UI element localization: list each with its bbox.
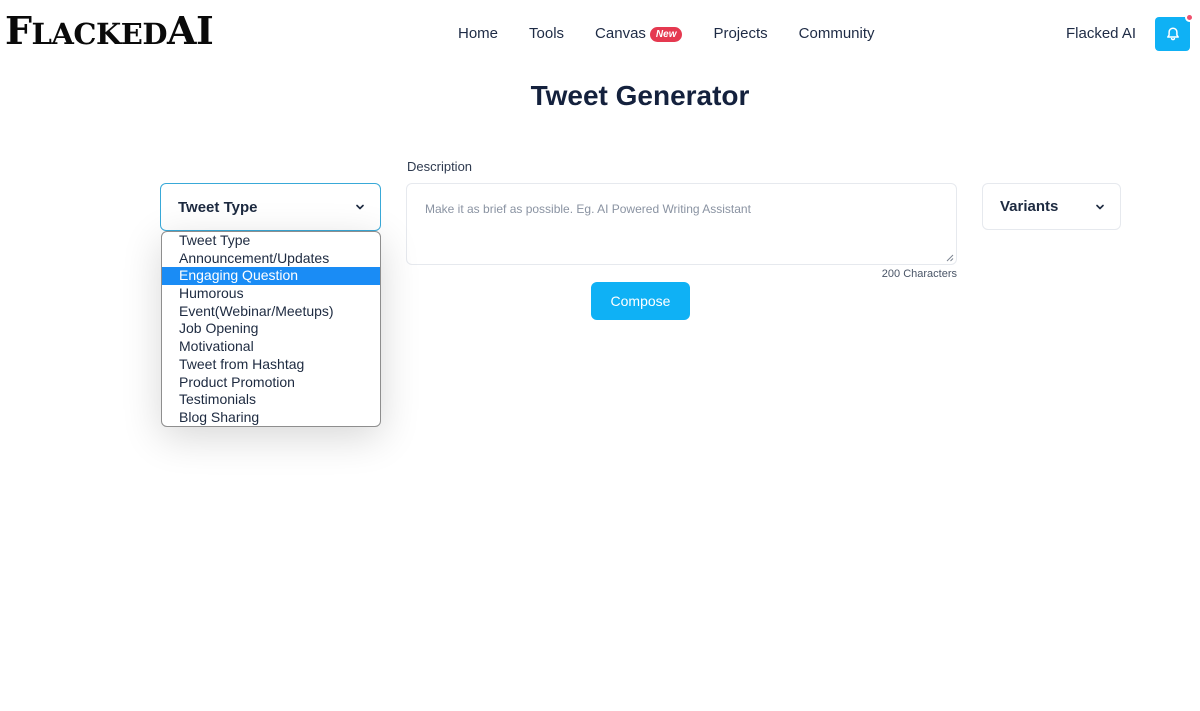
page-title: Tweet Generator xyxy=(530,80,750,111)
account-name: Flacked AI xyxy=(1066,25,1137,42)
nav-canvas[interactable]: Canvas New xyxy=(595,24,683,44)
option-blog-sharing[interactable]: Blog Sharing xyxy=(162,409,380,426)
tweet-type-value: Tweet Type xyxy=(178,198,258,216)
option-tweet-type[interactable]: Tweet Type xyxy=(162,232,380,250)
option-event[interactable]: Event(Webinar/Meetups) xyxy=(162,303,380,321)
notifications-button[interactable] xyxy=(1155,13,1194,51)
option-humorous[interactable]: Humorous xyxy=(162,285,380,303)
option-product-promotion[interactable]: Product Promotion xyxy=(162,374,380,392)
nav-canvas-label: Canvas xyxy=(595,25,646,42)
account-menu[interactable]: Flacked AI xyxy=(1066,24,1136,44)
logo-text: FLACKEDAI xyxy=(5,8,214,53)
nav-projects-label: Projects xyxy=(713,25,768,42)
option-tweet-from-hashtag[interactable]: Tweet from Hashtag xyxy=(162,356,380,374)
compose-button[interactable]: Compose xyxy=(591,282,690,320)
option-announcement[interactable]: Announcement/Updates xyxy=(162,250,380,268)
nav-projects[interactable]: Projects xyxy=(713,24,767,44)
nav-tools[interactable]: Tools xyxy=(529,24,564,44)
bell-icon xyxy=(1166,27,1179,41)
variants-select[interactable]: Variants xyxy=(982,183,1121,230)
notification-dot xyxy=(1185,13,1194,22)
option-job-opening[interactable]: Job Opening xyxy=(162,320,380,338)
option-motivational[interactable]: Motivational xyxy=(162,338,380,356)
chevron-down-icon xyxy=(356,204,364,210)
nav-home-label: Home xyxy=(458,25,499,42)
character-limit: 200 Characters xyxy=(881,268,957,280)
option-testimonials[interactable]: Testimonials xyxy=(162,391,380,409)
nav-tools-label: Tools xyxy=(529,25,565,42)
tweet-type-options: Tweet Type Announcement/Updates Engaging… xyxy=(161,231,381,427)
nav-community-label: Community xyxy=(798,25,875,42)
nav-home[interactable]: Home xyxy=(458,24,498,44)
description-label: Description xyxy=(407,159,473,174)
new-badge: New xyxy=(649,26,683,42)
main-nav: Home Tools Canvas New Projects Community xyxy=(458,24,906,44)
resize-handle-icon[interactable] xyxy=(945,253,954,262)
description-placeholder: Make it as brief as possible. Eg. AI Pow… xyxy=(425,202,751,216)
option-engaging-question[interactable]: Engaging Question xyxy=(162,267,380,286)
tweet-type-select[interactable]: Tweet Type xyxy=(160,183,381,231)
compose-label: Compose xyxy=(610,293,671,309)
variants-value: Variants xyxy=(1000,198,1059,215)
nav-community[interactable]: Community xyxy=(799,24,875,44)
description-textarea[interactable]: Make it as brief as possible. Eg. AI Pow… xyxy=(406,183,957,265)
logo[interactable]: FLACKEDAI xyxy=(5,8,214,53)
chevron-down-icon xyxy=(1096,204,1104,209)
